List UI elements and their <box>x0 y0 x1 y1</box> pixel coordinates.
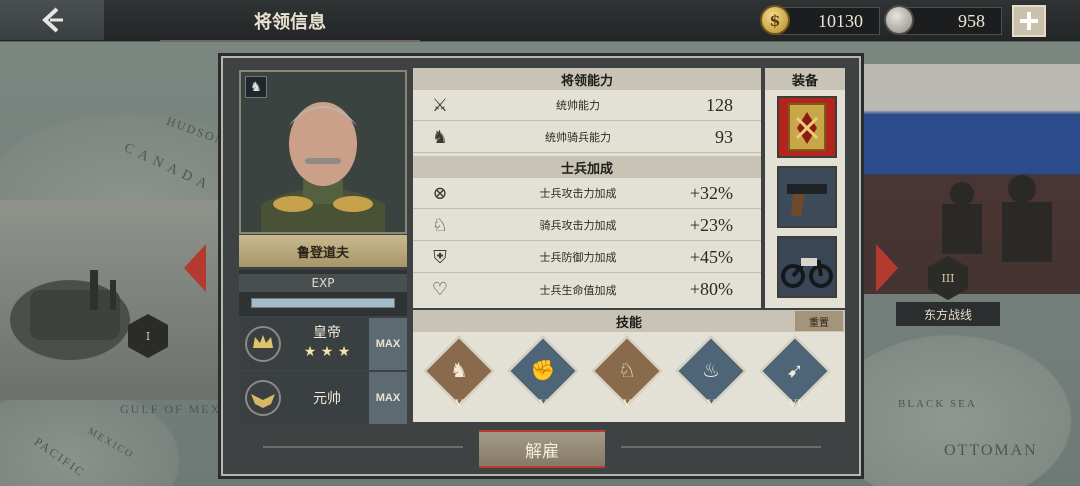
page-title: 将领信息 <box>160 8 420 42</box>
front-caption: 东方战线 <box>896 302 1000 326</box>
medal-coin-icon <box>884 5 914 35</box>
equipment-slot-motorcycle[interactable] <box>777 236 837 298</box>
rank-stars: ★ ★ ★ <box>303 344 351 360</box>
prev-arrow-icon[interactable] <box>184 244 206 292</box>
rank-max-marshal[interactable]: MAX <box>369 372 407 424</box>
equipment-heading: 装备 <box>765 68 845 90</box>
map-label-black-sea: BLACK SEA <box>898 398 977 410</box>
attack-circle-icon: ⊗ <box>432 182 448 204</box>
campaign-badge-left-label: I <box>145 329 151 343</box>
pistol-icon <box>787 184 827 216</box>
equipment-slot-pistol[interactable] <box>777 166 837 228</box>
rank-row-marshal: 元帅 MAX <box>239 372 407 424</box>
left-campaign-card[interactable] <box>0 200 222 400</box>
skill-slot[interactable]: ✊ V <box>505 335 581 414</box>
skill-level: VI <box>788 396 802 410</box>
gold-counter: 10130 <box>776 7 880 35</box>
skills-heading: 技能 <box>413 310 845 332</box>
plus-icon <box>1020 12 1038 30</box>
skills-section: 技能 重置 ♞ V ✊ V ♘ V ♨ V ➹ VI <box>413 310 845 422</box>
gold-amount: 10130 <box>818 10 863 31</box>
ability-name: 统帅骑兵能力 <box>545 131 611 144</box>
exp-bar <box>251 298 395 308</box>
medal-amount: 958 <box>958 10 985 31</box>
battle-illustration <box>10 270 130 360</box>
back-button[interactable] <box>0 0 104 40</box>
bonus-row: ♡ 士兵生命值加成 +80% <box>413 274 761 305</box>
skill-level: V <box>706 396 716 410</box>
campaign-badge-right-label: III <box>941 271 955 285</box>
ability-row: ⚔ 统帅能力 128 <box>413 90 761 121</box>
rank-row-emperor: 皇帝 ★ ★ ★ MAX <box>239 318 407 370</box>
ability-value: 128 <box>706 94 733 115</box>
knight-icon: ♞ <box>245 76 267 98</box>
bonus-value: +23% <box>689 214 733 235</box>
skill-slot[interactable]: ♞ V <box>421 335 497 414</box>
bonus-name: 士兵生命值加成 <box>539 283 617 297</box>
heart-circle-icon: ♡ <box>431 279 449 300</box>
map-label-canada: CANADA <box>121 140 215 195</box>
horse-head-icon: ♞ <box>431 126 449 148</box>
general-name: 鲁登道夫 <box>239 235 407 267</box>
reset-skills-button[interactable]: 重置 <box>795 311 843 331</box>
crown-wreath-icon <box>245 326 281 362</box>
skill-level: V <box>538 396 548 410</box>
fire-wave-icon: ♨ <box>702 358 720 382</box>
medal-icon <box>788 103 826 151</box>
abilities-heading: 将领能力 <box>413 68 761 90</box>
bonus-value: +45% <box>689 246 733 267</box>
horse-wreath-icon: ♘ <box>618 358 636 382</box>
ability-row: ♞ 统帅骑兵能力 93 <box>413 122 761 153</box>
skill-level: V <box>622 396 632 410</box>
bonuses-heading: 士兵加成 <box>413 156 761 178</box>
bonus-name: 士兵防御力加成 <box>539 251 617 264</box>
gold-coin-icon: $ <box>760 5 790 35</box>
exp-box: EXP <box>239 270 407 316</box>
equipment-column: 装备 <box>765 68 845 308</box>
skill-level: V <box>454 396 464 410</box>
general-info-panel: ♞ 鲁登道夫 EXP 皇帝 ★ ★ ★ MAX 元帅 MAX 将领能力 ⚔ 统帅… <box>221 56 861 476</box>
bonus-value: +80% <box>689 279 733 299</box>
bonus-row: ♘ 骑兵攻击力加成 +23% <box>413 210 761 241</box>
add-resource-button[interactable] <box>1012 5 1046 37</box>
divider-left <box>263 446 463 448</box>
general-portrait: ♞ <box>239 70 407 234</box>
bonus-row: ⊗ 士兵攻击力加成 +32% <box>413 178 761 209</box>
cavalry-circle-icon: ♘ <box>431 214 449 236</box>
bonus-value: +32% <box>689 182 733 203</box>
chevron-left-icon <box>42 7 63 33</box>
rank-title-emperor: 皇帝 <box>313 325 341 341</box>
map-label-ottoman: OTTOMAN <box>944 442 1038 459</box>
ability-value: 93 <box>715 126 733 147</box>
dismiss-button[interactable]: 解雇 <box>479 430 605 468</box>
equipment-slot-medal[interactable] <box>777 96 837 158</box>
ability-name: 统帅能力 <box>556 99 600 112</box>
rank-title-marshal: 元帅 <box>313 391 341 407</box>
arrow-spear-icon: ➹ <box>786 358 804 382</box>
rank-max-emperor[interactable]: MAX <box>369 318 407 370</box>
motorcycle-icon <box>781 258 833 288</box>
crossed-swords-icon: ⚔ <box>431 94 449 116</box>
map-label-mexico: MEXICO <box>85 425 136 462</box>
bonus-row: ⛨ 士兵防御力加成 +45% <box>413 242 761 273</box>
exp-label: EXP <box>239 274 407 292</box>
exp-fill <box>252 299 394 307</box>
skill-slot[interactable]: ♨ V <box>673 335 749 414</box>
eagle-wreath-icon <box>245 380 281 416</box>
stats-table: 将领能力 ⚔ 统帅能力 128 ♞ 统帅骑兵能力 93 士兵加成 ⊗ 士兵攻击力… <box>413 68 761 308</box>
map-label-pacific: PACIFIC <box>31 434 88 480</box>
next-arrow-icon[interactable] <box>876 244 898 292</box>
bonus-name: 骑兵攻击力加成 <box>539 219 617 232</box>
rifle-fist-icon: ✊ <box>530 358 556 382</box>
skill-slot[interactable]: ➹ VI <box>757 335 833 414</box>
bonus-name: 士兵攻击力加成 <box>539 187 617 200</box>
top-bar: 将领信息 10130 $ 958 <box>0 0 1080 42</box>
cavalry-charge-icon: ♞ <box>450 358 468 382</box>
skill-slot[interactable]: ♘ V <box>589 335 665 414</box>
shield-circle-icon: ⛨ <box>433 246 447 268</box>
divider-right <box>621 446 821 448</box>
